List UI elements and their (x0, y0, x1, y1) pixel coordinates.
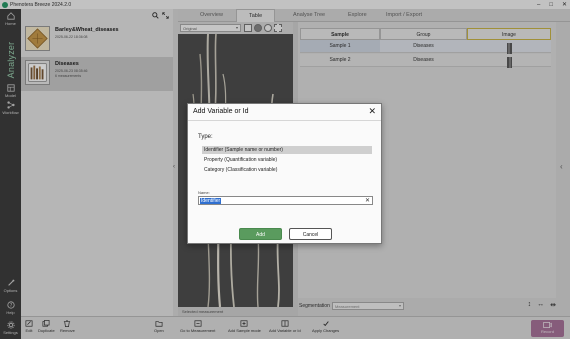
clear-icon[interactable]: ✕ (365, 197, 370, 204)
dialog-divider (188, 120, 381, 121)
name-input-value: Identifier (200, 198, 222, 204)
option-property[interactable]: Property (Quantification variable) (202, 156, 372, 164)
option-category[interactable]: Category (Classification variable) (202, 166, 372, 174)
type-label: Type: (198, 134, 213, 140)
add-button[interactable]: Add (239, 228, 282, 240)
option-identifier[interactable]: Identifier (Sample name or number) (202, 146, 372, 154)
close-icon[interactable]: ✕ (368, 106, 376, 117)
name-input[interactable]: Identifier ✕ (198, 196, 373, 205)
name-label: Name: (198, 190, 210, 195)
dialog-title: Add Variable or Id (193, 108, 249, 115)
add-variable-dialog: Add Variable or Id ✕ Type: Identifier (S… (187, 103, 382, 244)
cancel-button[interactable]: Cancel (289, 228, 332, 240)
